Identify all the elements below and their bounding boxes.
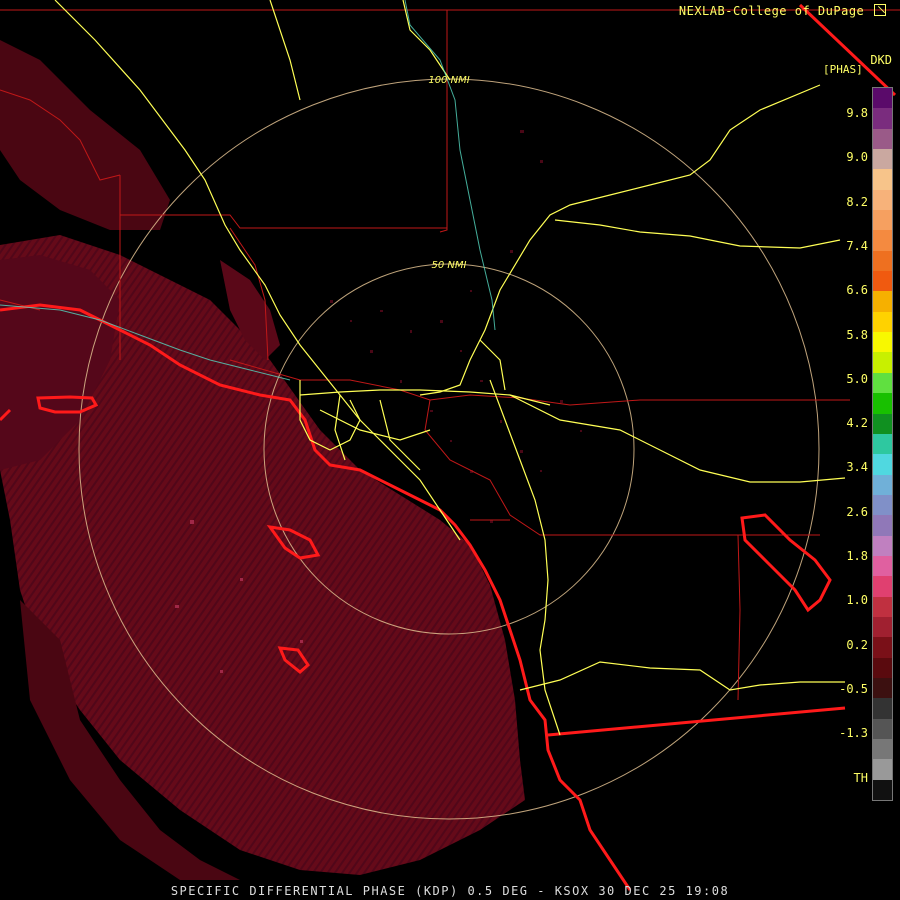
scale-tick-label: -1.3 [839,726,868,741]
product-code: DKD [870,53,892,67]
scale-segment [873,779,892,801]
scale-tick-label: 3.4 [846,460,868,475]
credit-header: NEXLAB-College of DuPage [679,4,886,18]
scale-segment [873,454,892,475]
product-caption: SPECIFIC DIFFERENTIAL PHASE (KDP) 0.5 DE… [170,884,730,898]
scale-segment [873,759,892,780]
scale-segment [873,433,892,455]
scale-segment [873,372,892,394]
scale-tick-label: 5.0 [846,371,868,386]
scale-segment [873,230,892,251]
scale-segment [873,515,892,536]
scale-segment [873,739,892,760]
scale-segment [873,250,892,272]
scale-segment [873,535,892,556]
scale-segment [873,596,892,617]
scale-segment [873,616,892,638]
ring-label-50: 50 NMI [432,260,467,271]
scale-segment [873,189,892,211]
scale-segment [873,352,892,373]
scale-segment [873,169,892,190]
scale-tick-label: 0.2 [846,637,868,652]
scale-segment [873,271,892,292]
scale-segment [873,393,892,414]
scale-segment [873,210,892,231]
echo-northwest-band [0,40,170,230]
scale-tick-label: 8.2 [846,194,868,209]
scale-segment [873,637,892,658]
scale-tick-label: TH [853,770,868,785]
scale-segment [873,494,892,516]
external-link-icon[interactable] [874,4,886,16]
scale-tick-label: 9.8 [846,106,868,120]
radar-display: 100 NMI 50 NMI NEXLAB-College of DuPage … [0,0,900,900]
scale-segment [873,149,892,170]
scale-segment [873,718,892,739]
scale-tick-label: -0.5 [839,681,868,696]
scale-tick-label: 2.6 [846,504,868,519]
scale-segment [873,413,892,434]
echo-speckle-inland [330,130,582,523]
scale-segment [873,657,892,678]
island-east [740,513,832,613]
scale-segment [873,88,892,109]
color-scale-bar [872,87,893,801]
scale-segment [873,291,892,312]
scale-segment [873,555,892,577]
scale-tick-label: 6.6 [846,283,868,298]
echo-field [0,40,582,880]
legend-unit: [PHAS] [823,63,863,76]
credit-text: NEXLAB-College of DuPage [678,4,865,18]
scale-segment [873,474,892,495]
ring-label-100: 100 NMI [428,75,469,86]
scale-segment [873,677,892,699]
scale-segment [873,698,892,719]
scale-segment [873,332,892,353]
scale-segment [873,128,892,150]
scale-tick-label: 1.0 [846,593,868,608]
scale-segment [873,576,892,597]
scale-tick-label: 7.4 [846,238,868,253]
radar-map: 100 NMI 50 NMI [0,0,900,891]
scale-tick-label: 9.0 [846,150,868,165]
scale-segment [873,311,892,333]
scale-tick-label: 1.8 [846,549,868,563]
scale-tick-label: 4.2 [846,416,868,431]
scale-tick-label: 5.8 [846,327,868,342]
scale-segment [873,108,892,129]
